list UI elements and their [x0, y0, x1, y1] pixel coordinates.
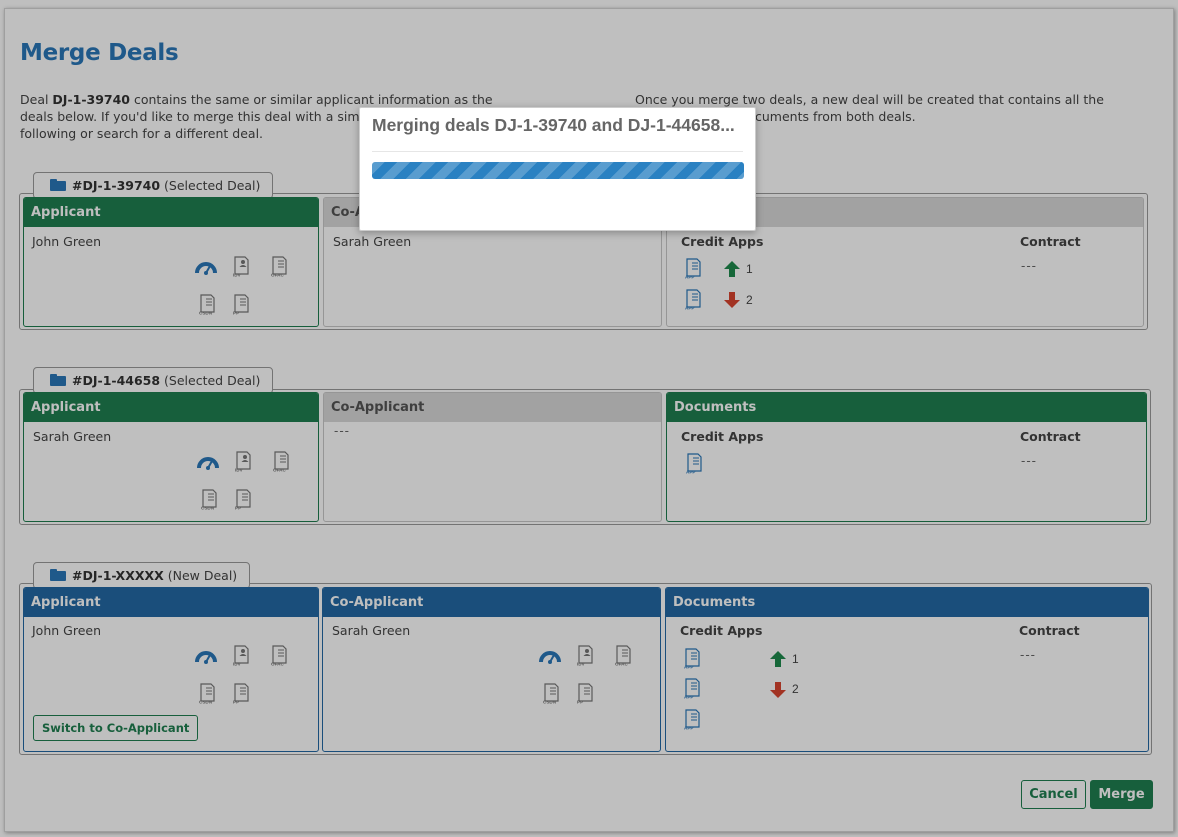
modal-title: Merging deals DJ-1-39740 and DJ-1-44658.… [372, 115, 735, 135]
modal-divider [372, 151, 743, 152]
merging-progress-modal: Merging deals DJ-1-39740 and DJ-1-44658.… [359, 107, 756, 231]
merge-progress-bar [372, 162, 744, 179]
